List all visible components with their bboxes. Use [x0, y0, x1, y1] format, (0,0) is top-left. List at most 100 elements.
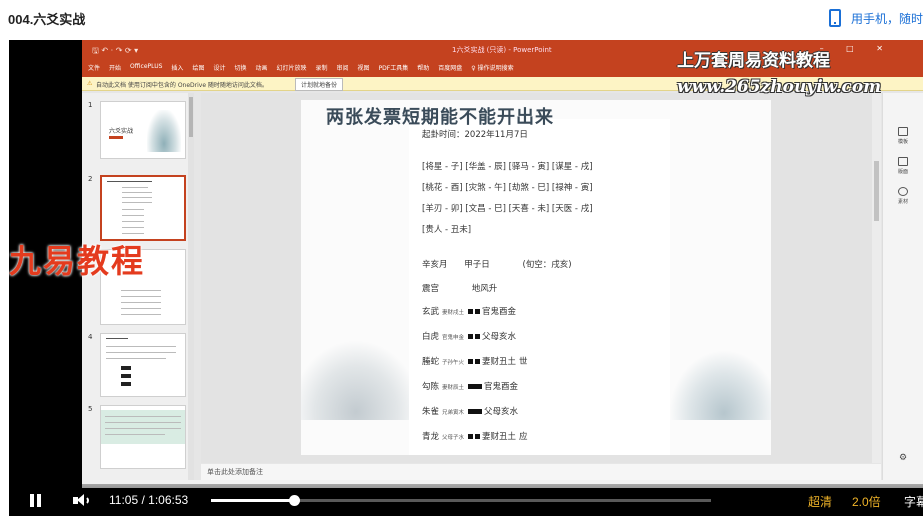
- watermark-url: www.265zhouyiw.com: [677, 77, 882, 97]
- ppt-window-title: 1六爻实战 (只读) - PowerPoint: [452, 46, 552, 54]
- ppt-menu-item: 设计: [213, 65, 226, 72]
- ppt-menu: 文件 开始 OfficePLUS 插入 绘图 设计 切换 动画 幻灯片放映 录制 审阅 视图 PDF工具…: [88, 63, 514, 72]
- current-slide: 两张发票短期能不能开出来 起卦时间：2022年11月7日 [将星 - 子] [华…: [301, 100, 771, 455]
- video-player[interactable]: 🖫 ↶ · ↷ ⟳ ▾ 1六爻实战 (只读) - PowerPoint 文件 开始…: [9, 40, 923, 516]
- month-ganzhi: 辛亥月: [422, 260, 448, 270]
- six-god: 玄武: [422, 307, 440, 317]
- ppt-menu-item: 绘图: [192, 65, 205, 72]
- layout-tool: 版面: [891, 157, 915, 175]
- hidden-spirit: 子孙午火: [442, 360, 465, 366]
- yang-line: [468, 382, 484, 392]
- thumb-number: 1: [88, 101, 93, 109]
- ppt-menu-item: PDF工具集: [378, 65, 409, 72]
- six-relative: 官鬼酉金: [482, 307, 517, 317]
- yin-line: [468, 332, 482, 342]
- clock-icon: [898, 187, 908, 196]
- thumb-number: 5: [88, 405, 93, 413]
- warning-icon: ⚠: [87, 80, 93, 87]
- six-god: 螣蛇: [422, 357, 440, 367]
- template-icon: [898, 127, 908, 136]
- landscape-right: [669, 350, 771, 420]
- day-ganzhi: 甲子日: [464, 260, 490, 270]
- ppt-menu-item: ♀ 操作说明搜索: [471, 65, 514, 72]
- ganzhi-line: 辛亥月 甲子日 (旬空：戌亥): [422, 258, 572, 270]
- powerpoint-window: 🖫 ↶ · ↷ ⟳ ▾ 1六爻实战 (只读) - PowerPoint 文件 开始…: [82, 40, 923, 488]
- yin-line: [468, 432, 482, 442]
- shensha-line: [将星 - 子] [华盖 - 辰] [驿马 - 寅] [谋星 - 戌]: [422, 162, 593, 172]
- mobile-link-label: 用手机，随时: [850, 11, 923, 26]
- hexagram-name: 地风升: [471, 284, 498, 294]
- quick-access-toolbar: 🖫 ↶ · ↷ ⟳ ▾: [92, 46, 139, 55]
- shi-ying-mark: 世: [519, 357, 528, 367]
- volume-icon[interactable]: [73, 493, 91, 508]
- six-god: 朱雀: [422, 407, 440, 417]
- ppt-menu-item: 审阅: [336, 65, 349, 72]
- progress-bar[interactable]: [211, 495, 711, 506]
- divination-date: 起卦时间：2022年11月7日: [422, 130, 528, 140]
- top-bar: 004.六爻实战 用手机，随时: [0, 0, 923, 40]
- ppt-menu-item: 录制: [315, 65, 328, 72]
- six-god: 白虎: [422, 332, 440, 342]
- slide-thumbnail-1: 六爻实战: [100, 101, 186, 159]
- player-controls: 11:05 / 1:06:53 超清 2.0倍 字幕: [9, 484, 923, 516]
- mobile-watch-link[interactable]: 用手机，随时: [828, 6, 923, 30]
- watermark-left: 九易教程: [9, 242, 146, 280]
- phone-icon: [828, 9, 841, 27]
- ppt-menu-item: 百度网盘: [438, 65, 463, 72]
- hidden-spirit: 官鬼申金: [442, 335, 465, 341]
- yin-line: [468, 307, 482, 317]
- quality-button[interactable]: 超清: [808, 493, 832, 510]
- hidden-spirit: 妻财辰土: [442, 385, 465, 391]
- thumb-landscape: [147, 110, 181, 152]
- slide-editor: 两张发票短期能不能开出来 起卦时间：2022年11月7日 [将星 - 子] [华…: [201, 93, 881, 463]
- time-current: 11:05: [109, 493, 139, 507]
- shensha-line: [羊刃 - 卯] [文昌 - 巳] [天喜 - 未] [天医 - 戌]: [422, 204, 593, 214]
- window-buttons: – □ ✕: [819, 44, 893, 53]
- six-god: 勾陈: [422, 382, 440, 392]
- pause-button[interactable]: [30, 494, 42, 507]
- six-god: 青龙: [422, 432, 440, 442]
- message-text: 自动此文档 使用订阅中包含的 OneDrive 随时随地访问此文档。: [96, 82, 268, 89]
- ppt-menu-item: 插入: [171, 65, 184, 72]
- yang-line: [468, 407, 484, 417]
- landscape-left: [301, 340, 421, 420]
- six-relative: 父母亥水: [484, 407, 519, 417]
- ppt-menu-item: 帮助: [417, 65, 430, 72]
- thumb-number: 4: [88, 333, 93, 341]
- time-separator: /: [141, 493, 145, 507]
- template-tool: 模板: [891, 127, 915, 145]
- yao-line: 朱雀 兄弟寅木 父母亥水: [422, 405, 521, 417]
- six-relative: 妻财丑土: [482, 432, 517, 442]
- thumb-accent: [109, 136, 123, 139]
- six-relative: 官鬼酉金: [484, 382, 519, 392]
- slide-title: 两张发票短期能不能开出来: [326, 107, 554, 128]
- material-tool: 素材: [891, 187, 915, 205]
- speed-button[interactable]: 2.0倍: [852, 493, 881, 510]
- ppt-menu-item: 切换: [234, 65, 247, 72]
- ppt-menu-item: 动画: [255, 65, 268, 72]
- yao-line: 青龙 父母子水 妻财丑土应: [422, 430, 528, 442]
- progress-fill: [211, 499, 294, 502]
- progress-handle[interactable]: [288, 495, 300, 506]
- six-relative: 妻财丑土: [482, 357, 517, 367]
- notes-pane: 单击此处添加备注: [201, 464, 881, 480]
- ppt-menu-item: 开始: [109, 65, 122, 72]
- thumb-number: 2: [88, 175, 93, 183]
- right-panel: 模板 版面 素材 ⚙: [882, 93, 923, 480]
- hidden-spirit: 父母子水: [442, 435, 465, 441]
- subtitles-button[interactable]: 字幕: [904, 493, 923, 510]
- thumbnail-pane: 1 六爻实战 2 3 4 5: [82, 93, 194, 480]
- palace-line: 震宫 地风升: [422, 282, 497, 294]
- thumbnail-scrollbar: [188, 93, 194, 480]
- backup-button: 计划就地备份: [295, 78, 344, 91]
- time-total: 1:06:53: [148, 493, 189, 507]
- ppt-menu-item: OfficePLUS: [130, 63, 163, 70]
- shensha-line: [贵人 - 丑未]: [422, 225, 472, 235]
- slide-thumbnail-2: [100, 175, 186, 241]
- hidden-spirit: 兄弟寅木: [442, 410, 465, 416]
- shensha-line: [桃花 - 酉] [灾煞 - 午] [劫煞 - 巳] [禄神 - 寅]: [422, 183, 593, 193]
- ppt-menu-item: 文件: [88, 65, 101, 72]
- yao-line: 螣蛇 子孙午火 妻财丑土世: [422, 355, 528, 367]
- shi-ying-mark: 应: [519, 432, 528, 442]
- yin-line: [468, 357, 482, 367]
